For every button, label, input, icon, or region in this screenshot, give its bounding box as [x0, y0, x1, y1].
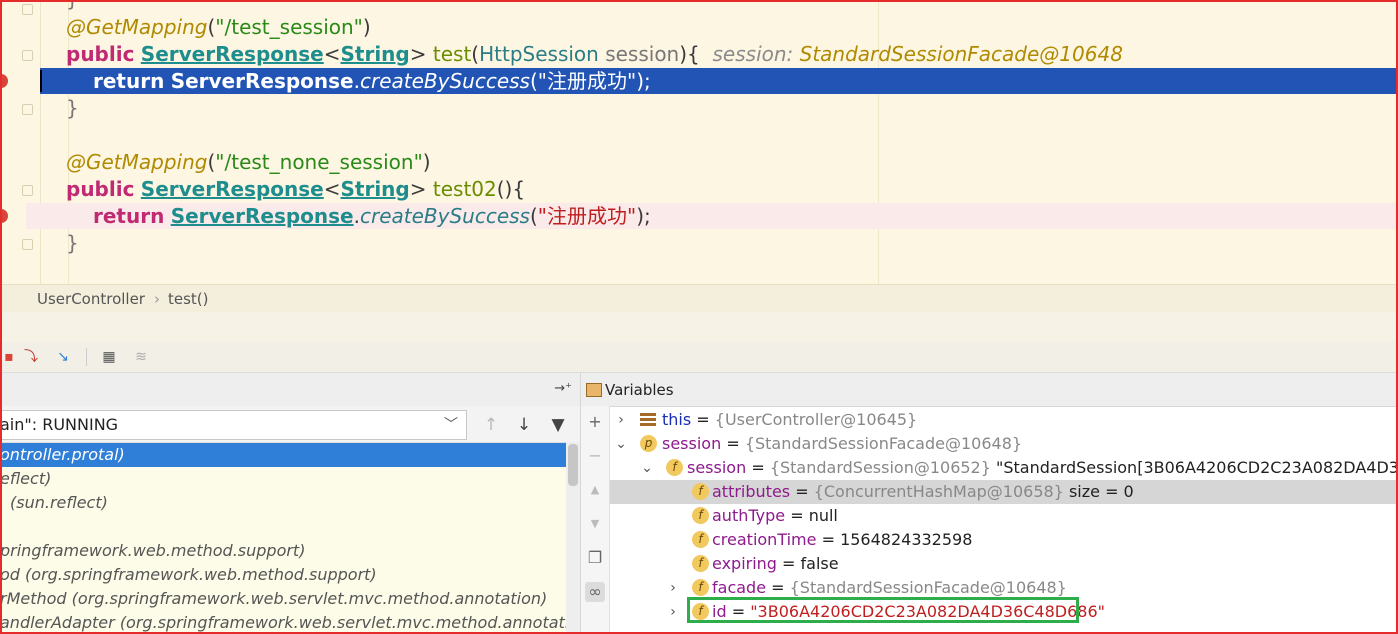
code-editor[interactable]: } @GetMapping("/test_session") public Se… [0, 0, 1398, 284]
field-icon: f [692, 555, 709, 572]
code-line-brace: } [66, 0, 79, 12]
variables-icon [586, 383, 602, 397]
field-icon: f [692, 483, 709, 500]
code-line-method-signature: public ServerResponse<String> test(HttpS… [66, 42, 1123, 66]
chevron-right-icon[interactable]: › [614, 408, 628, 432]
gutter-divider [40, 0, 41, 284]
toolbar-divider [86, 348, 87, 366]
variable-row[interactable]: f creationTime = 1564824332598 [610, 528, 1398, 552]
remove-watch-icon[interactable]: − [585, 446, 605, 466]
frames-panel-header: →⁺ [0, 373, 580, 407]
code-line-annotation: @GetMapping("/test_none_session") [66, 150, 431, 174]
field-icon: f [692, 531, 709, 548]
add-watch-icon[interactable]: + [585, 412, 605, 432]
parameter-icon: p [640, 435, 657, 452]
breakpoint-icon[interactable] [0, 74, 8, 88]
inline-debug-hint: session: StandardSessionFacade@10648 [712, 42, 1123, 66]
frame-down-icon[interactable]: ↓ [513, 414, 535, 436]
code-line-return-current: return ServerResponse.createBySuccess("注… [93, 69, 651, 93]
chevron-down-icon[interactable]: ⌄ [614, 432, 628, 456]
run-to-cursor-icon[interactable]: ↘ [54, 348, 72, 366]
editor-status-strip [0, 312, 1398, 343]
frame-item[interactable]: (sun.reflect) [10, 491, 108, 515]
frame-up-icon[interactable]: ↑ [480, 414, 502, 436]
variable-row[interactable]: › this = {UserController@10645} [610, 408, 1398, 432]
variables-header: Variables [581, 373, 1398, 407]
show-watches-icon[interactable]: ∞ [585, 582, 605, 602]
scrollbar-thumb[interactable] [568, 444, 578, 486]
trace-stream-icon[interactable]: ≋ [132, 348, 150, 366]
evaluate-expression-icon[interactable]: ▦ [100, 348, 118, 366]
variable-row[interactable]: f attributes = {ConcurrentHashMap@10658}… [610, 480, 1398, 504]
filter-icon[interactable]: ▼ [547, 414, 569, 436]
breakpoint-icon[interactable] [0, 209, 8, 223]
chevron-down-icon[interactable]: ⌄ [640, 456, 654, 480]
variables-title: Variables [605, 381, 674, 399]
chevron-right-icon[interactable]: › [666, 600, 680, 624]
move-up-icon[interactable]: ▲ [585, 480, 605, 500]
fold-marker-icon[interactable] [22, 4, 33, 15]
variables-panel: Variables + − ▲ ▼ ❐ ∞ › this = {UserCont… [581, 373, 1398, 634]
fold-marker-icon[interactable] [22, 104, 33, 115]
text-caret [40, 70, 42, 92]
field-icon: f [666, 459, 683, 476]
code-line-method-signature: public ServerResponse<String> test02(){ [66, 177, 526, 201]
frames-scrollbar[interactable] [566, 442, 580, 634]
copy-icon[interactable]: ❐ [585, 548, 605, 568]
breadcrumb-separator-icon: › [154, 290, 160, 308]
variable-row[interactable]: ⌄ f session = {StandardSession@10652} "S… [610, 456, 1398, 480]
breadcrumb-method[interactable]: test() [168, 290, 209, 308]
highlight-annotation-box [687, 597, 1079, 623]
field-icon: f [692, 579, 709, 596]
frame-item[interactable]: od (org.springframework.web.method.suppo… [0, 563, 377, 587]
code-line-return: return ServerResponse.createBySuccess("注… [93, 204, 651, 228]
frame-item[interactable]: eflect) [0, 467, 51, 491]
field-icon: f [692, 507, 709, 524]
variable-row[interactable]: f expiring = false [610, 552, 1398, 576]
code-line-annotation: @GetMapping("/test_session") [66, 15, 371, 39]
fold-marker-icon[interactable] [22, 239, 33, 250]
fold-marker-icon[interactable] [22, 185, 33, 196]
frame-item[interactable]: pringframework.web.method.support) [0, 539, 305, 563]
code-line-brace: } [66, 231, 79, 255]
breadcrumb: UserController › test() [0, 284, 1398, 313]
frame-item[interactable]: rMethod (org.springframework.web.servlet… [0, 587, 547, 611]
thread-bar: ain": RUNNING ﹀ ↑ ↓ ▼ [0, 406, 580, 443]
variables-side-toolbar: + − ▲ ▼ ❐ ∞ [581, 406, 610, 634]
force-step-into-icon[interactable]: ⤵ [22, 348, 40, 366]
frame-item[interactable]: andlerAdapter (org.springframework.web.s… [0, 611, 580, 634]
breadcrumb-class[interactable]: UserController [37, 290, 145, 308]
fold-marker-icon[interactable] [22, 50, 33, 61]
code-line-brace: } [66, 96, 79, 120]
frames-panel: →⁺ ain": RUNNING ﹀ ↑ ↓ ▼ ontroller.prota… [0, 373, 581, 634]
drop-frame-icon[interactable]: ▪ [0, 348, 18, 366]
thread-dropdown[interactable]: ain": RUNNING ﹀ [0, 410, 467, 440]
object-stack-icon [640, 413, 656, 427]
variable-row[interactable]: f authType = null [610, 504, 1398, 528]
chevron-down-icon: ﹀ [444, 417, 458, 433]
chevron-right-icon[interactable]: › [666, 576, 680, 600]
thread-dropdown-label: ain": RUNNING [0, 415, 119, 434]
restore-layout-icon[interactable]: →⁺ [554, 381, 572, 396]
debug-toolbar: ▪ ⤵ ↘ ▦ ≋ [0, 342, 1398, 373]
variable-row[interactable]: ⌄ p session = {StandardSessionFacade@106… [610, 432, 1398, 456]
move-down-icon[interactable]: ▼ [585, 514, 605, 534]
frame-item[interactable]: ontroller.protal) [0, 443, 566, 467]
